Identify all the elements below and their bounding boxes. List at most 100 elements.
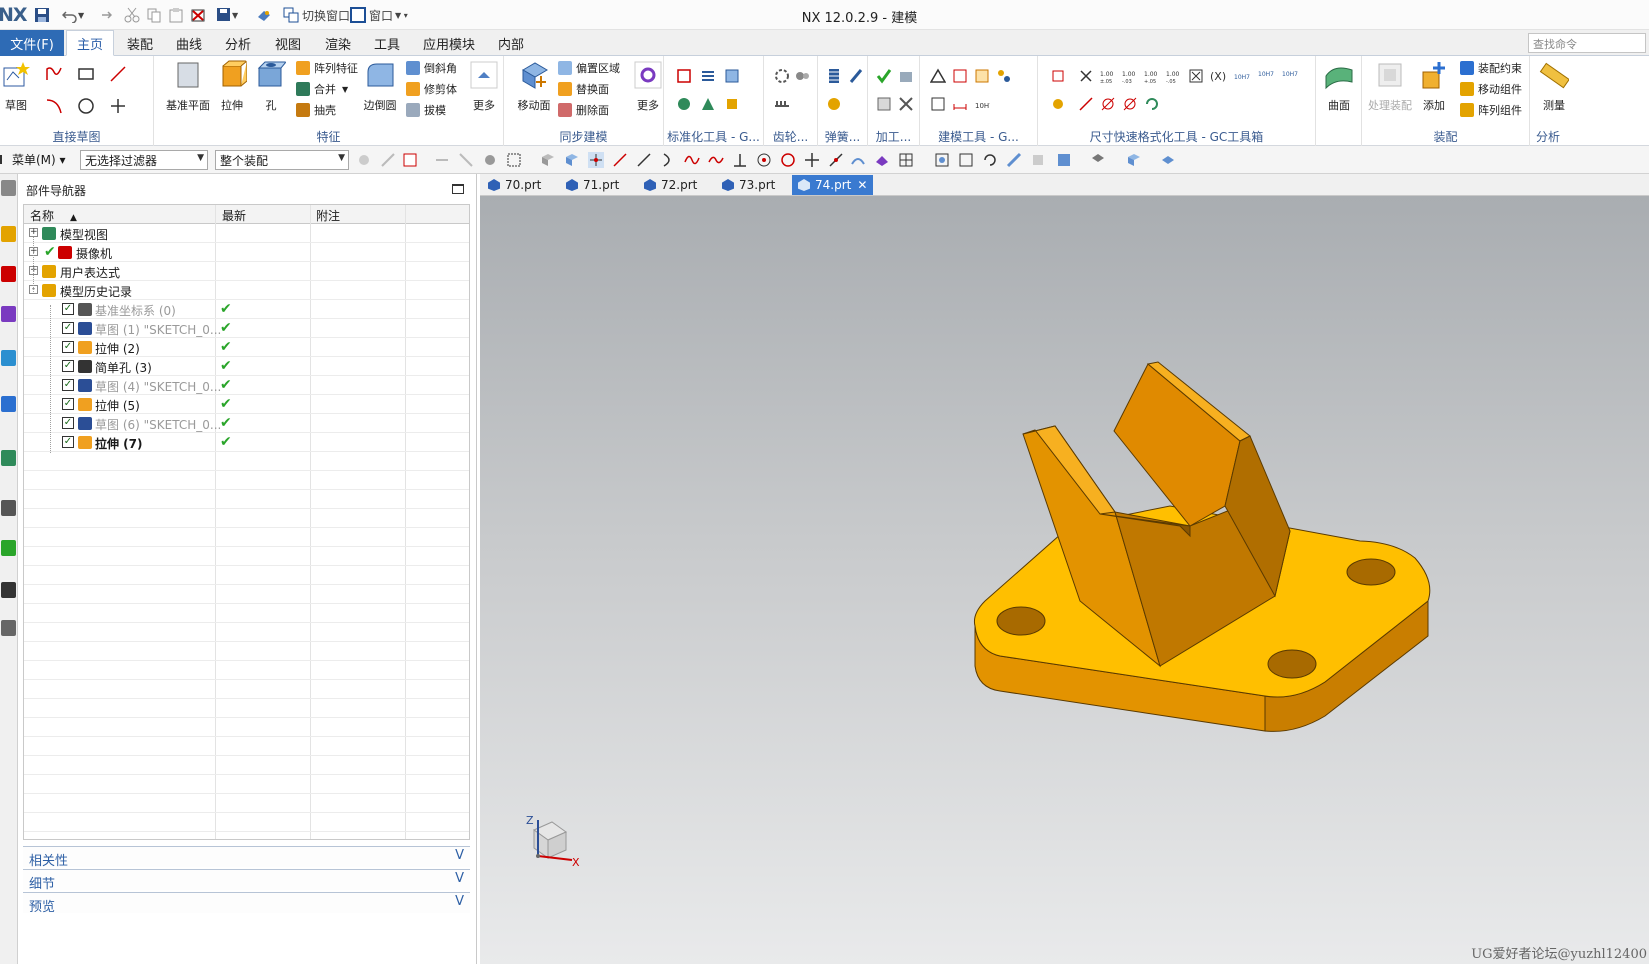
spring-icon[interactable] xyxy=(826,68,842,84)
hole-button[interactable]: 孔 xyxy=(247,60,295,113)
constraint-navigator-icon[interactable] xyxy=(1,266,16,282)
file-menu-button[interactable]: 文件(F) xyxy=(0,30,64,56)
details-panel[interactable]: 细节 V xyxy=(23,869,470,892)
shell-button[interactable]: 抽壳 xyxy=(296,102,336,118)
snap-line-2-icon[interactable] xyxy=(636,152,652,168)
dim-angle-icon[interactable] xyxy=(1078,96,1094,112)
dim-tol-1-icon[interactable]: 1.00±.05 xyxy=(1100,68,1116,84)
rack-icon[interactable] xyxy=(774,96,790,112)
orient-view-icon[interactable] xyxy=(1056,152,1072,168)
datum-plane-button[interactable]: 基准平面 xyxy=(164,60,212,113)
std-tool-icon-6[interactable] xyxy=(724,96,740,112)
dim-tol-2-icon[interactable]: 1.00-.03 xyxy=(1122,68,1138,84)
profile-icon[interactable] xyxy=(46,66,62,82)
dim-x-icon[interactable] xyxy=(1078,68,1094,84)
machining-part-icon[interactable] xyxy=(876,96,892,112)
grid-icon[interactable] xyxy=(974,68,990,84)
show-hide-icon[interactable] xyxy=(1160,152,1176,168)
snap-wave-icon[interactable] xyxy=(708,152,724,168)
std-tool-icon-2[interactable] xyxy=(700,68,716,84)
dim-fit-3-icon[interactable]: 10H7 xyxy=(1282,68,1298,84)
redo-icon[interactable] xyxy=(96,6,112,24)
line-icon[interactable] xyxy=(110,66,126,82)
process-assembly-button[interactable]: 处理装配 xyxy=(1366,60,1414,113)
feature-checkbox[interactable]: ✓ xyxy=(62,322,74,334)
move-component-button[interactable]: 移动组件 xyxy=(1460,81,1522,97)
column-notes[interactable]: 附注 xyxy=(316,207,340,224)
cut-icon[interactable] xyxy=(124,6,140,24)
offset-region-button[interactable]: 偏置区域 xyxy=(558,60,620,76)
snap-center-icon[interactable] xyxy=(756,152,772,168)
coil-icon[interactable] xyxy=(826,96,842,112)
snap-spline-icon[interactable] xyxy=(684,152,700,168)
close-tab-icon[interactable]: ✕ xyxy=(857,178,867,192)
snap-icon-2[interactable] xyxy=(380,152,396,168)
process-studio-icon[interactable] xyxy=(1,540,16,556)
parts-icon[interactable] xyxy=(996,68,1012,84)
triangle-icon[interactable] xyxy=(930,68,946,84)
select-feature-icon[interactable] xyxy=(402,152,418,168)
expand-toggle[interactable]: + xyxy=(29,228,38,237)
snap-grid-icon[interactable] xyxy=(898,152,914,168)
tree-node[interactable]: + 模型视图 xyxy=(24,224,469,243)
select-body-icon[interactable] xyxy=(482,152,498,168)
dependencies-panel[interactable]: 相关性 V xyxy=(23,846,470,869)
part-navigator-icon[interactable] xyxy=(1,306,16,322)
pattern-component-button[interactable]: 阵列组件 xyxy=(1460,102,1522,118)
zoom-icon[interactable] xyxy=(958,152,974,168)
feature-checkbox[interactable]: ✓ xyxy=(62,436,74,448)
surface-button[interactable]: 曲面 xyxy=(1315,60,1363,113)
snap-line-icon[interactable] xyxy=(612,152,628,168)
render-style-icon[interactable] xyxy=(1090,152,1106,168)
switch-window-button[interactable]: 切换窗口 xyxy=(283,6,350,24)
file-tab-73[interactable]: 73.prt xyxy=(716,175,781,195)
spring-tool-icon[interactable] xyxy=(848,68,864,84)
tree-node[interactable]: + ✔ 摄像机 xyxy=(24,243,469,262)
save-as-icon[interactable]: ▼ xyxy=(216,6,238,24)
gear-pair-icon[interactable] xyxy=(794,68,810,84)
delete-icon[interactable] xyxy=(190,6,206,24)
tab-internal[interactable]: 内部 xyxy=(488,30,534,56)
tab-home[interactable]: 主页 xyxy=(66,30,115,56)
std-tool-icon-1[interactable] xyxy=(676,68,692,84)
unite-button[interactable]: 合并 ▼ xyxy=(296,81,348,97)
dim-refresh-icon[interactable] xyxy=(1144,96,1160,112)
dim-diameter-2-icon[interactable] xyxy=(1122,96,1138,112)
edge-blend-button[interactable]: 边倒圆 xyxy=(356,60,404,113)
feature-checkbox[interactable]: ✓ xyxy=(62,360,74,372)
circle-icon[interactable] xyxy=(78,98,94,114)
window-menu-button[interactable]: 窗口 ▼ ▾ xyxy=(350,6,408,24)
undo-icon[interactable]: ▼ xyxy=(62,6,84,24)
history-palette-icon[interactable] xyxy=(1,450,16,466)
trim-body-button[interactable]: 修剪体 xyxy=(406,81,457,97)
assembly-navigator-icon[interactable] xyxy=(1,226,16,242)
tab-tools[interactable]: 工具 xyxy=(364,30,410,56)
feature-checkbox[interactable]: ✓ xyxy=(62,341,74,353)
replace-face-button[interactable]: 替换面 xyxy=(558,81,609,97)
chamfer-button[interactable]: 倒斜角 xyxy=(406,60,457,76)
selection-scope-select[interactable]: 整个装配 ▼ xyxy=(215,150,349,170)
feature-checkbox[interactable]: ✓ xyxy=(62,379,74,391)
frame-icon[interactable] xyxy=(952,68,968,84)
history-feature-row[interactable]: ✓ 草图 (4) "SKETCH_0... ✔ xyxy=(24,376,469,395)
machining-cut-icon[interactable] xyxy=(898,96,914,112)
pan-icon[interactable] xyxy=(1006,152,1022,168)
tab-analysis[interactable]: 分析 xyxy=(215,30,261,56)
dim-fit-1-icon[interactable]: 10H7 xyxy=(1234,68,1250,84)
command-search-input[interactable]: 查找命令 xyxy=(1528,33,1646,53)
file-tab-71[interactable]: 71.prt xyxy=(560,175,625,195)
measure-button[interactable]: 测量 xyxy=(1530,60,1578,113)
rect-select-icon[interactable] xyxy=(506,152,522,168)
file-tab-70[interactable]: 70.prt xyxy=(482,175,547,195)
history-feature-row[interactable]: ✓ 拉伸 (7) ✔ xyxy=(24,433,469,452)
column-latest[interactable]: 最新 xyxy=(222,207,246,224)
clock-history-icon[interactable] xyxy=(1,500,16,516)
gear-icon[interactable] xyxy=(774,68,790,84)
snap-perp-icon[interactable] xyxy=(732,152,748,168)
history-feature-row[interactable]: ✓ 草图 (1) "SKETCH_0... ✔ xyxy=(24,319,469,338)
dimension-icon[interactable] xyxy=(952,96,968,112)
snap-end-point-icon[interactable] xyxy=(588,152,604,168)
rectangle-icon[interactable] xyxy=(78,66,94,82)
tab-curve[interactable]: 曲线 xyxy=(166,30,212,56)
move-face-button[interactable]: 移动面 xyxy=(510,60,558,113)
